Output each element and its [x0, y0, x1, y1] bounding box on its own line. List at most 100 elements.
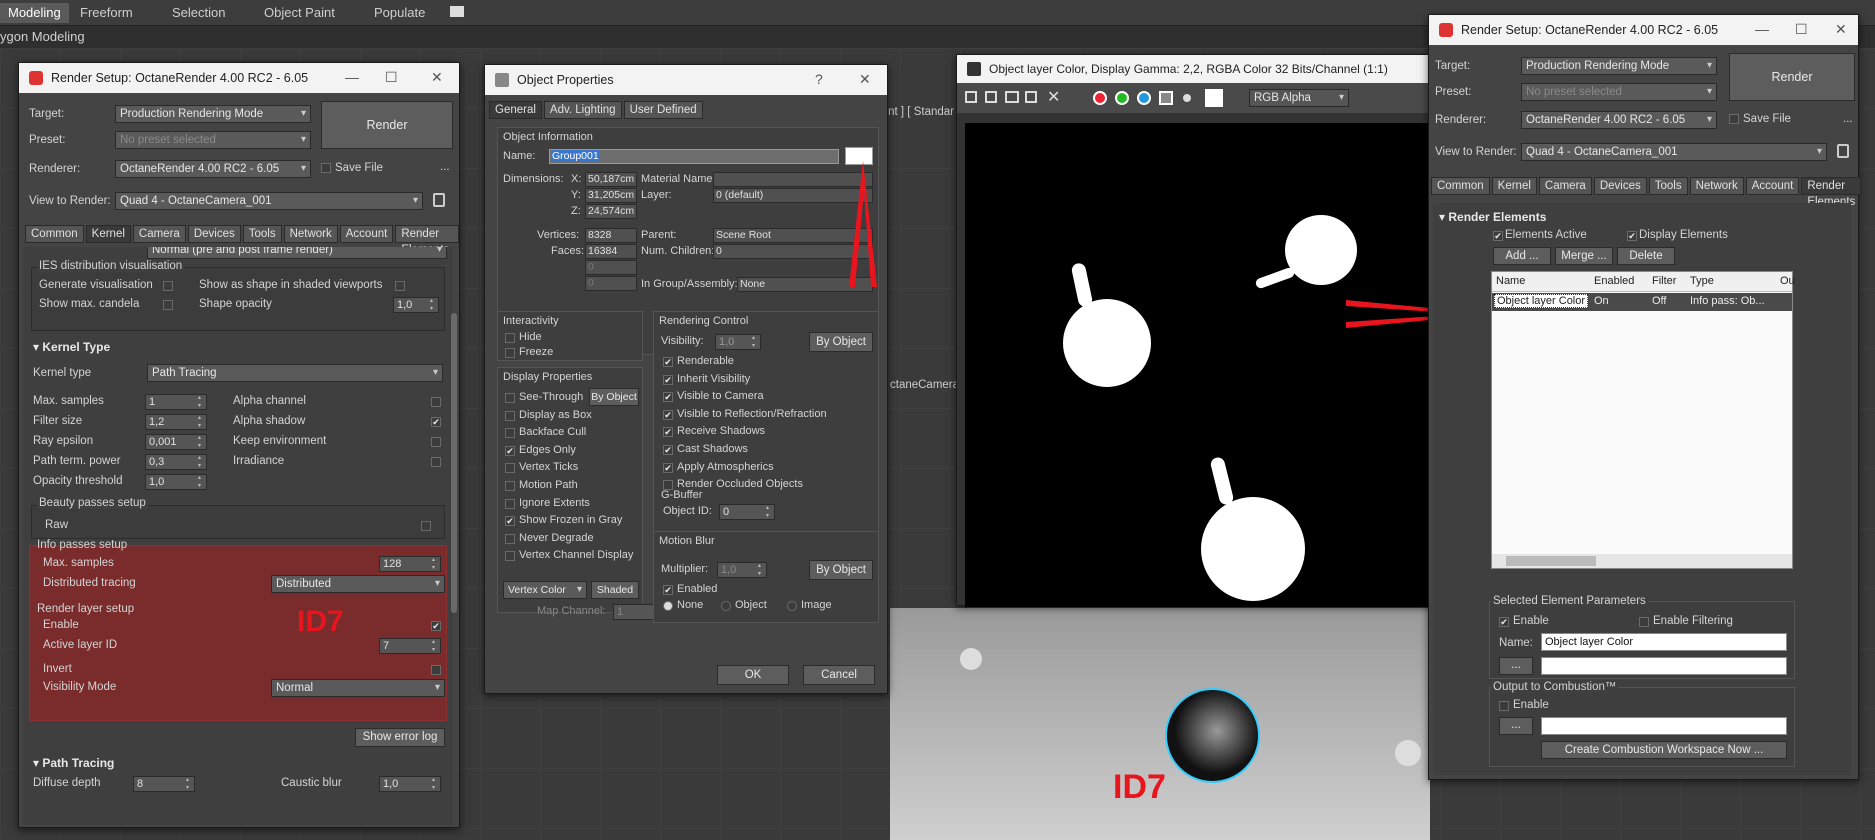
merge-element-button[interactable]: Merge ... — [1555, 247, 1613, 265]
close-icon[interactable]: ✕ — [431, 69, 443, 86]
shape-opacity-spinner[interactable]: 1,0 — [393, 297, 439, 313]
rendering-by-object-button[interactable]: By Object — [809, 332, 873, 352]
tab-kernel[interactable]: Kernel — [1491, 177, 1537, 195]
tab-freeform[interactable]: Freeform — [72, 3, 141, 23]
tab-modeling[interactable]: Modeling — [0, 3, 69, 23]
display-option-checkbox[interactable] — [505, 410, 515, 421]
blue-channel-icon[interactable] — [1137, 91, 1151, 105]
create-combustion-workspace-button[interactable]: Create Combustion Workspace Now ... — [1541, 741, 1787, 759]
view-to-render-dropdown[interactable]: Quad 4 - OctaneCamera_001 — [1521, 143, 1827, 161]
object-name-input[interactable]: Group001 — [549, 149, 839, 164]
minimize-icon[interactable]: — — [1755, 21, 1769, 37]
tab-network[interactable]: Network — [283, 225, 338, 243]
display-option-checkbox[interactable] — [505, 463, 515, 474]
display-option-checkbox[interactable] — [505, 498, 515, 509]
visibility-mode-dropdown[interactable]: Normal — [271, 679, 445, 697]
render-option-checkbox[interactable]: ✔ — [663, 445, 673, 455]
elements-active-checkbox[interactable]: ✔ — [1493, 231, 1503, 241]
print-icon[interactable] — [1005, 91, 1019, 103]
element-name-input[interactable]: Object layer Color — [1541, 633, 1787, 651]
alpha-channel-checkbox[interactable] — [431, 397, 441, 407]
shaded-button[interactable]: Shaded — [591, 581, 639, 599]
display-option-checkbox[interactable]: ✔ — [505, 445, 515, 456]
diffuse-depth-spinner[interactable]: 8 — [133, 776, 195, 792]
combustion-enable-checkbox[interactable] — [1499, 701, 1509, 711]
col-type[interactable]: Type — [1690, 275, 1714, 287]
help-icon[interactable]: ? — [815, 71, 823, 87]
render-elements-table[interactable]: Name Enabled Filter Type Ou Object layer… — [1491, 271, 1795, 569]
info-max-samples-spinner[interactable]: 128 — [379, 556, 441, 572]
render-option-checkbox[interactable]: ✔ — [663, 462, 673, 473]
tab-render-elements[interactable]: Render Elements — [1801, 177, 1862, 208]
opacity-threshold-spinner[interactable]: 1,0 — [145, 474, 207, 490]
tab-camera[interactable]: Camera — [132, 225, 186, 243]
save-file-checkbox[interactable] — [1729, 114, 1739, 124]
render-button[interactable]: Render — [1729, 53, 1855, 101]
preset-dropdown[interactable]: No preset selected — [1521, 83, 1717, 101]
maximize-icon[interactable]: ☐ — [1795, 21, 1808, 38]
combustion-browse-button[interactable]: ... — [1499, 717, 1533, 735]
tab-common[interactable]: Common — [1431, 177, 1490, 195]
alpha-channel-icon[interactable] — [1159, 91, 1173, 105]
render-elements-header[interactable]: ▾ Render Elements — [1439, 210, 1546, 224]
delete-element-button[interactable]: Delete — [1617, 247, 1675, 265]
tab-populate[interactable]: Populate — [366, 3, 433, 23]
teapot-object[interactable] — [1165, 688, 1260, 783]
tab-tools[interactable]: Tools — [242, 225, 282, 243]
render-option-checkbox[interactable]: ✔ — [663, 374, 673, 385]
cancel-button[interactable]: Cancel — [803, 665, 875, 685]
object-id-spinner[interactable]: 0 — [719, 504, 775, 520]
output-path-input[interactable] — [1541, 657, 1787, 675]
tab-network[interactable]: Network — [1689, 177, 1744, 195]
combustion-path-input[interactable] — [1541, 717, 1787, 735]
motion-blur-enabled-checkbox[interactable]: ✔ — [663, 585, 673, 595]
render-option-checkbox[interactable]: ✔ — [663, 427, 673, 438]
radio-image[interactable] — [787, 601, 797, 611]
minimize-icon[interactable]: — — [345, 69, 359, 85]
tab-render-elements[interactable]: Render Elements — [395, 225, 459, 256]
display-by-object-button[interactable]: By Object — [589, 388, 639, 406]
save-image-icon[interactable] — [965, 91, 977, 103]
show-as-shape-checkbox[interactable] — [395, 281, 405, 291]
irradiance-checkbox[interactable] — [431, 457, 441, 467]
display-option-checkbox[interactable] — [505, 533, 515, 544]
close-icon[interactable]: ✕ — [1835, 21, 1847, 38]
render-button[interactable]: Render — [321, 101, 453, 149]
caustic-blur-spinner[interactable]: 1,0 — [379, 776, 441, 792]
radio-none[interactable] — [663, 601, 673, 611]
renderer-dropdown[interactable]: OctaneRender 4.00 RC2 - 6.05 — [115, 160, 311, 178]
view-to-render-dropdown[interactable]: Quad 4 - OctaneCamera_001 — [115, 192, 423, 210]
filter-size-spinner[interactable]: 1,2 — [145, 414, 207, 430]
tab-devices[interactable]: Devices — [187, 225, 241, 243]
tab-selection[interactable]: Selection — [164, 3, 233, 23]
clear-icon[interactable] — [1025, 91, 1037, 103]
green-channel-icon[interactable] — [1115, 91, 1129, 105]
render-option-checkbox[interactable]: ✔ — [663, 357, 673, 367]
lock-icon[interactable] — [1837, 144, 1849, 158]
tab-account[interactable]: Account — [339, 225, 394, 243]
tab-common[interactable]: Common — [25, 225, 84, 243]
mono-icon[interactable] — [1183, 94, 1191, 102]
lock-icon[interactable] — [433, 193, 445, 207]
tab-devices[interactable]: Devices — [1593, 177, 1647, 195]
alpha-shadow-checkbox[interactable]: ✔ — [431, 417, 441, 427]
more-options-button[interactable]: ... — [440, 161, 450, 173]
browse-button[interactable]: ... — [1499, 657, 1533, 675]
visibility-spinner[interactable]: 1,0 — [715, 334, 761, 350]
col-filter[interactable]: Filter — [1652, 275, 1676, 287]
clone-icon[interactable] — [985, 91, 997, 103]
tab-account[interactable]: Account — [1745, 177, 1800, 195]
scrollbar[interactable] — [451, 313, 457, 613]
red-channel-icon[interactable] — [1093, 91, 1107, 105]
freeze-checkbox[interactable] — [505, 348, 515, 358]
target-dropdown[interactable]: Production Rendering Mode — [115, 105, 311, 123]
horizontal-scrollbar[interactable] — [1492, 554, 1792, 568]
display-option-checkbox[interactable] — [505, 551, 515, 562]
enable-checkbox[interactable]: ✔ — [1499, 617, 1509, 627]
panel-options-icon[interactable] — [450, 6, 464, 17]
swatch-icon[interactable] — [1205, 89, 1223, 107]
tab-tools[interactable]: Tools — [1648, 177, 1688, 195]
save-file-checkbox[interactable] — [321, 163, 331, 173]
tab-adv-lighting[interactable]: Adv. Lighting — [543, 101, 622, 119]
kernel-type-dropdown[interactable]: Path Tracing — [147, 364, 443, 382]
